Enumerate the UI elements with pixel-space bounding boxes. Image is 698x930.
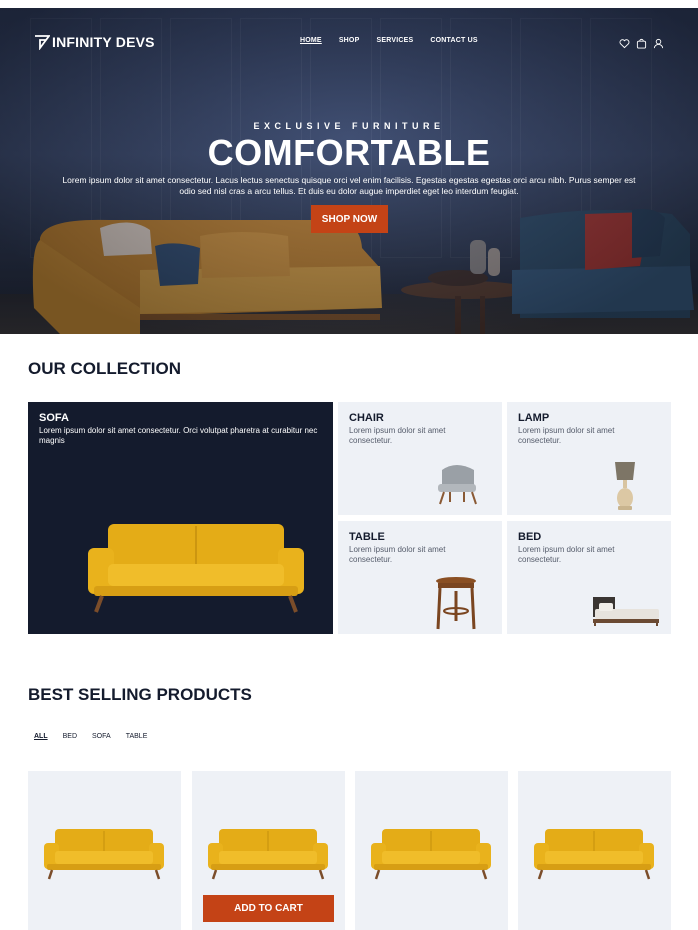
product-card[interactable] bbox=[518, 771, 671, 930]
lamp-image bbox=[615, 462, 635, 510]
tile-title: CHAIR bbox=[349, 412, 384, 424]
best-selling-title: BEST SELLING PRODUCTS bbox=[28, 685, 252, 704]
brand-name: INFINITY DEVS bbox=[52, 34, 155, 50]
tile-title: LAMP bbox=[518, 412, 550, 424]
heart-icon[interactable] bbox=[619, 36, 630, 49]
tile-title: SOFA bbox=[39, 412, 69, 424]
collection-tile-lamp[interactable]: LAMP Lorem ipsum dolor sit amet consecte… bbox=[507, 402, 671, 515]
nav-contact[interactable]: CONTACT US bbox=[430, 37, 477, 44]
product-sofa-image bbox=[208, 829, 328, 880]
tile-title: TABLE bbox=[349, 531, 385, 543]
tile-description: Lorem ipsum dolor sit amet consectetur. bbox=[349, 545, 446, 564]
product-card[interactable] bbox=[28, 771, 181, 930]
add-to-cart-button[interactable]: ADD TO CART bbox=[203, 895, 334, 922]
tile-title: BED bbox=[518, 531, 542, 543]
product-sofa-image bbox=[534, 829, 654, 880]
hero-description: Lorem ipsum dolor sit amet consectetur. … bbox=[62, 175, 636, 196]
product-card[interactable]: ADD TO CART bbox=[192, 771, 345, 930]
logo[interactable]: INFINITY DEVS bbox=[34, 34, 155, 50]
tile-description: Lorem ipsum dolor sit amet consectetur. bbox=[518, 426, 615, 445]
collection-tile-table[interactable]: TABLE Lorem ipsum dolor sit amet consect… bbox=[338, 521, 502, 634]
filter-bed[interactable]: BED bbox=[63, 733, 77, 740]
bag-icon[interactable] bbox=[636, 36, 647, 49]
logo-icon bbox=[35, 35, 50, 50]
hero-eyebrow: EXCLUSIVE FURNITURE bbox=[253, 121, 445, 131]
product-filters: ALL BED SOFA TABLE bbox=[34, 733, 147, 740]
tile-description: Lorem ipsum dolor sit amet consectetur. … bbox=[39, 426, 318, 445]
collection-tile-sofa[interactable]: SOFA Lorem ipsum dolor sit amet consecte… bbox=[28, 402, 333, 634]
product-sofa-image bbox=[371, 829, 491, 880]
user-icon[interactable] bbox=[653, 36, 664, 49]
tile-description: Lorem ipsum dolor sit amet consectetur. bbox=[349, 426, 446, 445]
tile-description: Lorem ipsum dolor sit amet consectetur. bbox=[518, 545, 615, 564]
hero-title: COMFORTABLE bbox=[207, 132, 491, 173]
filter-all[interactable]: ALL bbox=[34, 733, 48, 740]
table-image bbox=[436, 577, 476, 630]
hero-banner: INFINITY DEVS HOME SHOP SERVICES CONTACT… bbox=[0, 8, 698, 334]
chair-image bbox=[438, 465, 477, 505]
filter-sofa[interactable]: SOFA bbox=[92, 733, 111, 740]
header-icons bbox=[619, 36, 664, 49]
collection-tile-bed[interactable]: BED Lorem ipsum dolor sit amet consectet… bbox=[507, 521, 671, 634]
nav-home[interactable]: HOME bbox=[300, 37, 322, 44]
collection-tile-chair[interactable]: CHAIR Lorem ipsum dolor sit amet consect… bbox=[338, 402, 502, 515]
filter-table[interactable]: TABLE bbox=[126, 733, 148, 740]
product-card[interactable] bbox=[355, 771, 508, 930]
nav-services[interactable]: SERVICES bbox=[376, 37, 413, 44]
shop-now-button[interactable]: SHOP NOW bbox=[311, 205, 388, 233]
sofa-image bbox=[88, 524, 304, 613]
nav-shop[interactable]: SHOP bbox=[339, 37, 360, 44]
collection-title: OUR COLLECTION bbox=[28, 359, 181, 378]
product-sofa-image bbox=[44, 829, 164, 880]
main-nav: HOME SHOP SERVICES CONTACT US bbox=[300, 37, 478, 44]
bed-image bbox=[593, 597, 659, 626]
